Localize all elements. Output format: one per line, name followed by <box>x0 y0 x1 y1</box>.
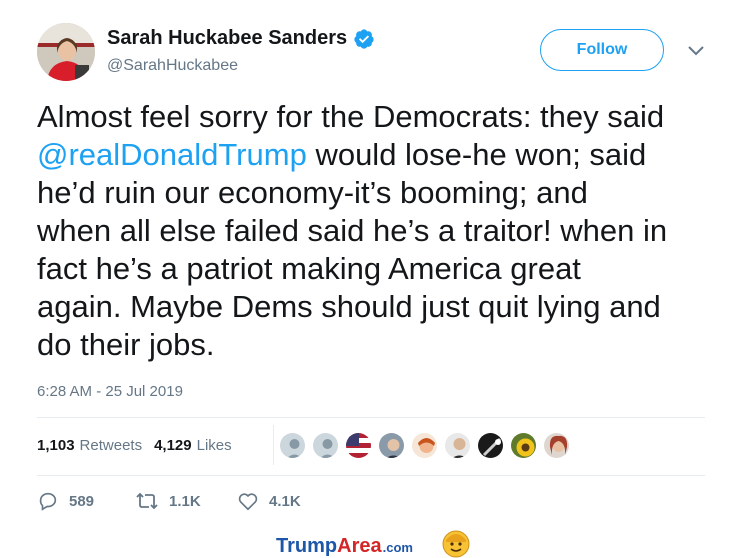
tweet-text: Almost feel sorry for the Democrats: the… <box>37 98 717 364</box>
tweet-line: do their jobs. <box>37 327 215 362</box>
liker-avatar[interactable] <box>377 431 406 460</box>
tweet-line: @realDonaldTrump would lose-he won; said <box>37 136 717 174</box>
liker-avatar[interactable] <box>509 431 538 460</box>
chevron-down-icon[interactable] <box>686 44 706 58</box>
tweet-stats: 1,103 Retweets 4,129 Likes <box>37 437 244 454</box>
likers-avatars <box>274 431 571 460</box>
emoji-face-icon <box>442 530 470 558</box>
tweet-line: he’d ruin our economy-it’s booming; and <box>37 175 588 210</box>
verified-badge-icon <box>354 28 374 49</box>
reply-action[interactable]: 589 <box>37 490 135 512</box>
likes-count: 4,129 <box>154 437 192 454</box>
like-count: 4.1K <box>269 492 301 510</box>
follow-button[interactable]: Follow <box>540 29 664 71</box>
liker-avatar[interactable] <box>476 431 505 460</box>
liker-avatar[interactable] <box>443 431 472 460</box>
retweet-action[interactable]: 1.1K <box>135 490 237 512</box>
tweet-timestamp[interactable]: 6:28 AM - 25 Jul 2019 <box>37 383 183 400</box>
tweet-line-text: would lose-he won; said <box>315 137 647 172</box>
reply-icon <box>39 492 57 511</box>
divider <box>37 475 705 476</box>
tweet-line: when all else failed said he’s a traitor… <box>37 213 668 248</box>
liker-avatar[interactable] <box>542 431 571 460</box>
avatar[interactable] <box>37 23 95 81</box>
likes-stat[interactable]: 4,129 Likes <box>154 437 232 454</box>
retweets-count: 1,103 <box>37 437 75 454</box>
display-name[interactable]: Sarah Huckabee Sanders <box>107 27 347 50</box>
liker-avatar[interactable] <box>278 431 307 460</box>
reply-count: 589 <box>69 492 95 510</box>
liker-avatar[interactable] <box>344 431 373 460</box>
tweet-line: fact he’s a patriot making America great <box>37 251 581 286</box>
retweets-label: Retweets <box>79 437 143 454</box>
retweet-count: 1.1K <box>169 492 201 510</box>
tweet-line: again. Maybe Dems should just quit lying… <box>37 289 661 324</box>
tweet-line: Almost feel sorry for the Democrats: the… <box>37 99 665 134</box>
liker-avatar[interactable] <box>410 431 439 460</box>
mention-link[interactable]: @realDonaldTrump <box>37 137 307 172</box>
watermark-com: .com <box>382 540 413 555</box>
divider <box>37 417 705 418</box>
retweet-icon <box>136 492 158 510</box>
user-handle[interactable]: @SarahHuckabee <box>107 57 238 75</box>
retweets-stat[interactable]: 1,103 Retweets <box>37 437 142 454</box>
heart-icon <box>238 493 258 511</box>
like-action[interactable]: 4.1K <box>237 490 301 512</box>
watermark-area: Area <box>337 535 382 557</box>
watermark-trump: Trump <box>276 535 338 557</box>
likes-label: Likes <box>196 437 232 454</box>
watermark-logo: Trump Area .com <box>276 535 413 558</box>
tweet-actions: 589 1.1K 4.1K <box>37 490 301 512</box>
liker-avatar[interactable] <box>311 431 340 460</box>
